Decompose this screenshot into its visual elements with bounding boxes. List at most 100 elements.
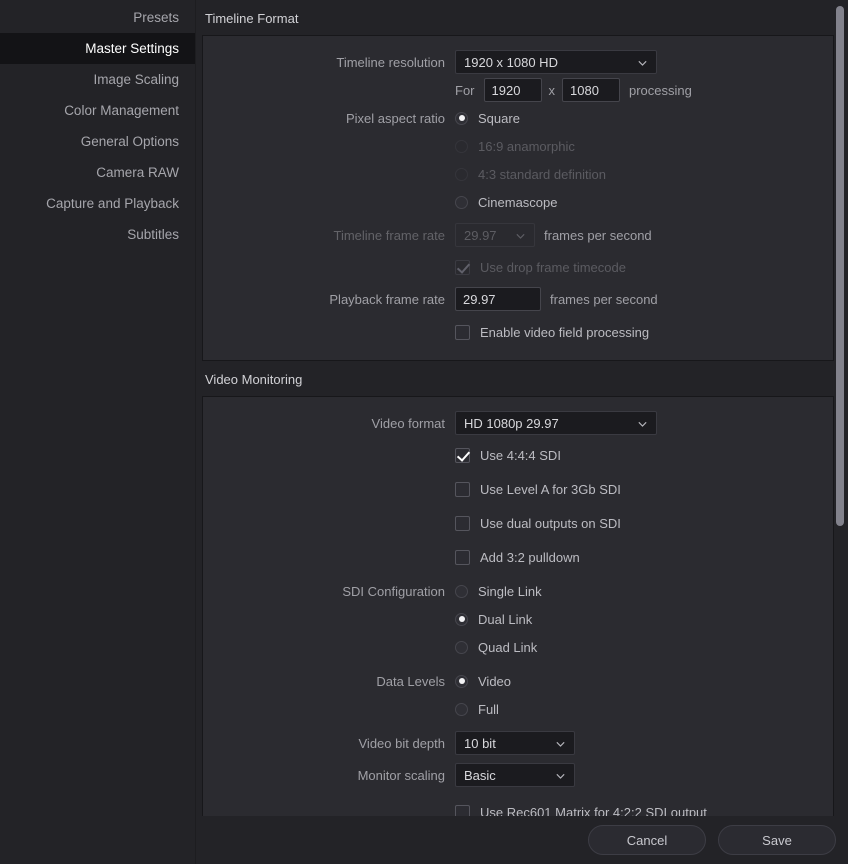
chevron-down-icon	[555, 738, 566, 749]
dialog-footer: Cancel Save	[196, 816, 848, 864]
radio-option-data-levels-video[interactable]: Video	[455, 671, 511, 691]
monitor-scaling-value: Basic	[464, 767, 496, 783]
radio-dual-link-label: Dual Link	[478, 611, 533, 627]
row-processing-resolution: For 1920 x 1080 processing	[203, 76, 833, 104]
playback-frame-rate-input[interactable]: 29.97	[455, 287, 541, 311]
row-pixel-aspect-ratio-anamorphic: 16:9 anamorphic	[203, 132, 833, 160]
radio-4-3-standard-definition-icon	[455, 167, 468, 181]
checkbox-use-444-sdi-icon	[455, 447, 470, 463]
scrollbar-thumb[interactable]	[836, 6, 844, 526]
label-pixel-aspect-ratio: Pixel aspect ratio	[346, 110, 445, 126]
radio-data-levels-video-label: Video	[478, 673, 512, 689]
video-bit-depth-select[interactable]: 10 bit	[455, 731, 575, 755]
row-data-levels-full: Full	[203, 695, 833, 723]
radio-data-levels-full-label: Full	[478, 701, 499, 717]
panel-video-monitoring: Video format HD 1080p 29.97 Use 4:4:4 SD…	[202, 396, 834, 816]
label-video-format: Video format	[371, 415, 445, 431]
radio-cinemascope-icon	[455, 195, 468, 209]
sidebar-item-master-settings[interactable]: Master Settings	[0, 33, 195, 64]
radio-4-3-standard-definition-label: 4:3 standard definition	[478, 166, 606, 182]
checkbox-add-32-pulldown-label: Add 3:2 pulldown	[480, 549, 580, 565]
row-use-dual-outputs-sdi: Use dual outputs on SDI	[203, 509, 833, 537]
checkbox-option-use-rec601-matrix[interactable]: Use Rec601 Matrix for 4:2:2 SDI output	[455, 802, 707, 816]
row-drop-frame-timecode: Use drop frame timecode	[203, 253, 833, 281]
settings-content: Timeline Format Timeline resolution 1920…	[196, 0, 848, 864]
checkbox-use-rec601-matrix-icon	[455, 804, 470, 816]
row-timeline-frame-rate: Timeline frame rate 29.97 frames per sec…	[203, 221, 833, 249]
checkbox-use-drop-frame-timecode-label: Use drop frame timecode	[480, 259, 626, 275]
row-video-format: Video format HD 1080p 29.97	[203, 409, 833, 437]
section-title-video-monitoring: Video Monitoring	[205, 372, 303, 387]
chevron-down-icon	[555, 770, 566, 781]
chevron-down-icon	[637, 57, 648, 68]
row-monitor-scaling: Monitor scaling Basic	[203, 761, 833, 789]
monitor-scaling-select[interactable]: Basic	[455, 763, 575, 787]
label-timeline-frame-rate: Timeline frame rate	[333, 227, 446, 243]
processing-width-value: 1920	[491, 82, 521, 98]
row-enable-video-field-processing: Enable video field processing	[203, 318, 833, 346]
settings-sidebar: Presets Master Settings Image Scaling Co…	[0, 0, 196, 864]
save-button[interactable]: Save	[718, 825, 836, 855]
row-use-rec601-matrix: Use Rec601 Matrix for 4:2:2 SDI output	[203, 798, 833, 816]
processing-height-input[interactable]: 1080	[562, 78, 620, 102]
checkbox-use-drop-frame-timecode-icon	[455, 259, 470, 275]
sidebar-item-general-options[interactable]: General Options	[0, 126, 195, 157]
checkbox-option-use-444-sdi[interactable]: Use 4:4:4 SDI	[455, 445, 561, 465]
processing-height-value: 1080	[570, 82, 599, 98]
sidebar-item-subtitles[interactable]: Subtitles	[0, 219, 195, 250]
checkbox-enable-video-field-processing-label: Enable video field processing	[480, 324, 650, 340]
sidebar-item-color-management[interactable]: Color Management	[0, 95, 195, 126]
row-use-444-sdi: Use 4:4:4 SDI	[203, 441, 833, 469]
row-video-bit-depth: Video bit depth 10 bit	[203, 729, 833, 757]
checkbox-use-444-sdi-label: Use 4:4:4 SDI	[480, 447, 561, 463]
project-settings-window: Presets Master Settings Image Scaling Co…	[0, 0, 848, 864]
playback-frame-rate-unit-label: frames per second	[550, 291, 658, 307]
radio-option-quad-link[interactable]: Quad Link	[455, 637, 537, 657]
timeline-frame-rate-select: 29.97	[455, 223, 535, 247]
processing-prefix-label: For	[455, 82, 475, 98]
label-data-levels: Data Levels	[376, 673, 445, 689]
row-playback-frame-rate: Playback frame rate 29.97 frames per sec…	[203, 285, 833, 313]
row-sdi-configuration-quad: Quad Link	[203, 633, 833, 661]
radio-option-cinemascope[interactable]: Cinemascope	[455, 192, 558, 212]
checkbox-option-use-level-a-for-3gb-sdi[interactable]: Use Level A for 3Gb SDI	[455, 479, 621, 499]
vertical-scrollbar[interactable]	[835, 0, 845, 816]
radio-square-icon	[455, 111, 468, 125]
radio-option-square[interactable]: Square	[455, 108, 520, 128]
checkbox-use-level-a-for-3gb-sdi-label: Use Level A for 3Gb SDI	[480, 481, 621, 497]
checkbox-option-use-dual-outputs-on-sdi[interactable]: Use dual outputs on SDI	[455, 513, 621, 533]
radio-option-16-9-anamorphic: 16:9 anamorphic	[455, 136, 575, 156]
chevron-down-icon	[637, 418, 648, 429]
video-format-select[interactable]: HD 1080p 29.97	[455, 411, 657, 435]
checkbox-option-use-drop-frame-timecode: Use drop frame timecode	[455, 257, 626, 277]
label-sdi-configuration: SDI Configuration	[342, 583, 445, 599]
timeline-resolution-select[interactable]: 1920 x 1080 HD	[455, 50, 657, 74]
playback-frame-rate-value: 29.97	[463, 291, 496, 307]
cancel-button[interactable]: Cancel	[588, 825, 706, 855]
checkbox-use-rec601-matrix-label: Use Rec601 Matrix for 4:2:2 SDI output	[480, 804, 707, 817]
chevron-down-icon	[515, 230, 526, 241]
radio-quad-link-label: Quad Link	[478, 639, 538, 655]
checkbox-use-level-a-for-3gb-sdi-icon	[455, 481, 470, 497]
sidebar-item-image-scaling[interactable]: Image Scaling	[0, 64, 195, 95]
checkbox-option-add-32-pulldown[interactable]: Add 3:2 pulldown	[455, 547, 580, 567]
radio-option-single-link[interactable]: Single Link	[455, 581, 542, 601]
sidebar-item-presets[interactable]: Presets	[0, 2, 195, 33]
row-use-level-a-3gb-sdi: Use Level A for 3Gb SDI	[203, 475, 833, 503]
row-pixel-aspect-ratio-square: Pixel aspect ratio Square	[203, 104, 833, 132]
sidebar-item-capture-and-playback[interactable]: Capture and Playback	[0, 188, 195, 219]
checkbox-use-dual-outputs-on-sdi-icon	[455, 515, 470, 531]
radio-option-data-levels-full[interactable]: Full	[455, 699, 499, 719]
checkbox-option-enable-video-field-processing[interactable]: Enable video field processing	[455, 322, 649, 342]
radio-option-dual-link[interactable]: Dual Link	[455, 609, 532, 629]
row-pixel-aspect-ratio-4-3: 4:3 standard definition	[203, 160, 833, 188]
processing-width-input[interactable]: 1920	[483, 78, 542, 102]
radio-square-label: Square	[478, 110, 520, 126]
row-pixel-aspect-ratio-cinemascope: Cinemascope	[203, 188, 833, 216]
radio-dual-link-icon	[455, 612, 468, 626]
radio-cinemascope-label: Cinemascope	[478, 194, 558, 210]
checkbox-use-dual-outputs-on-sdi-label: Use dual outputs on SDI	[480, 515, 621, 531]
sidebar-item-camera-raw[interactable]: Camera RAW	[0, 157, 195, 188]
video-format-value: HD 1080p 29.97	[464, 415, 559, 431]
section-title-timeline-format: Timeline Format	[205, 11, 299, 26]
